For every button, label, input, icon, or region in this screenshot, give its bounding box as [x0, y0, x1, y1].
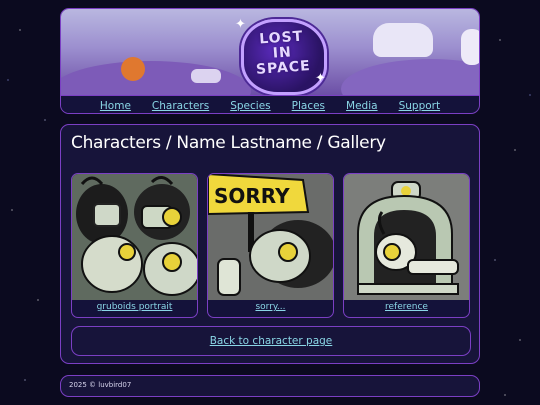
gallery-grid: gruboids portrait SORRY sorry... referen… [71, 173, 471, 318]
nav-link-characters[interactable]: Characters [152, 100, 209, 112]
logo-text: LOST IN SPACE [255, 28, 311, 78]
site-header: ✦ ✦ LOST IN SPACE Home Characters Species … [60, 8, 480, 114]
nav-link-places[interactable]: Places [292, 100, 325, 112]
copyright-text: 2025 © luvbird07 [69, 381, 132, 389]
site-logo[interactable]: ✦ ✦ LOST IN SPACE [235, 13, 327, 95]
header-banner: ✦ ✦ LOST IN SPACE [61, 9, 479, 113]
site-footer: 2025 © luvbird07 [60, 375, 480, 397]
nav-link-species[interactable]: Species [230, 100, 270, 112]
nav-link-support[interactable]: Support [399, 100, 441, 112]
gallery-card[interactable]: reference [343, 173, 470, 318]
nav-link-media[interactable]: Media [346, 100, 378, 112]
gallery-card[interactable]: gruboids portrait [71, 173, 198, 318]
nav-link-home[interactable]: Home [100, 100, 131, 112]
gallery-thumbnail-sorry[interactable]: SORRY [208, 174, 333, 300]
gallery-caption[interactable]: gruboids portrait [72, 302, 197, 312]
main-nav: Home Characters Species Places Media Sup… [61, 95, 479, 113]
gallery-thumbnail-reference[interactable] [344, 174, 469, 300]
back-to-character-link[interactable]: Back to character page [210, 335, 333, 347]
main-panel: Characters / Name Lastname / Gallery gru… [60, 124, 480, 364]
gallery-thumbnail-gruboids[interactable] [72, 174, 197, 300]
gallery-caption[interactable]: reference [344, 302, 469, 312]
page-title: Characters / Name Lastname / Gallery [71, 133, 386, 153]
sorry-sign-text: SORRY [214, 184, 290, 208]
gallery-card[interactable]: SORRY sorry... [207, 173, 334, 318]
back-link-box[interactable]: Back to character page [71, 326, 471, 356]
gallery-caption[interactable]: sorry... [208, 302, 333, 312]
